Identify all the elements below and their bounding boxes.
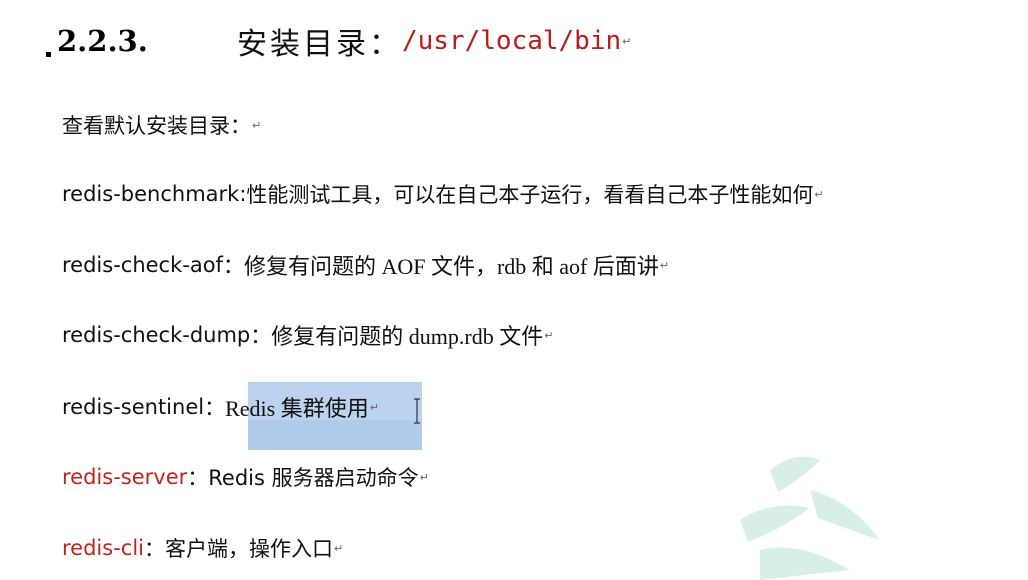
heading-bullet	[46, 51, 51, 57]
list-item: redis-check-aof：修复有问题的 AOF 文件，rdb 和 aof …	[62, 248, 669, 282]
command-description: 性能测试工具，可以在自己本子运行，看看自己本子性能如何	[246, 183, 814, 207]
paragraph-mark: ↵	[544, 328, 554, 342]
paragraph-mark: ↵	[252, 118, 262, 132]
list-item: redis-cli：客户端，操作入口 ↵	[62, 531, 343, 565]
list-item: redis-server： Redis 服务器启动命令 ↵	[62, 460, 429, 494]
paragraph-mark: ↵	[814, 187, 824, 201]
separator: ：	[144, 537, 165, 561]
command-description: 修复有问题的 dump.rdb 文件	[271, 324, 544, 349]
command-description: 客户端，操作入口	[165, 537, 333, 561]
command-name: redis-benchmark	[62, 182, 240, 206]
list-item: redis-check-dump：修复有问题的 dump.rdb 文件 ↵	[62, 318, 553, 352]
command-description: 查看默认安装目录：	[62, 114, 251, 138]
list-item: 查看默认安装目录： ↵	[62, 108, 261, 142]
paragraph-mark: ↵	[622, 34, 632, 48]
command-description: 修复有问题的 AOF 文件，rdb 和 aof 后面讲	[243, 254, 659, 279]
section-heading: 2.2.3. 安装目录： /usr/local/bin ↵	[46, 14, 631, 68]
command-description: Redis 集群使用	[225, 396, 369, 421]
command-description: Redis 服务器启动命令	[208, 466, 419, 490]
separator: ：	[250, 324, 272, 348]
paragraph-mark: ↵	[659, 258, 670, 272]
paragraph-mark: ↵	[334, 541, 344, 555]
separator: ：	[187, 466, 209, 490]
document-page: 2.2.3. 安装目录： /usr/local/bin ↵ 查看默认安装目录： ↵…	[0, 0, 1028, 580]
command-name: redis-check-dump	[62, 323, 251, 347]
separator: ：	[204, 396, 226, 420]
separator: ：	[222, 254, 244, 278]
section-title: 安装目录：	[237, 27, 402, 62]
separator: :	[239, 182, 247, 206]
watermark-logo-icon	[740, 456, 880, 580]
paragraph-mark: ↵	[419, 470, 429, 484]
text-cursor-icon	[414, 398, 420, 424]
list-item: redis-sentinel： Redis 集群使用 ↵	[62, 390, 379, 424]
section-number: 2.2.3.	[57, 24, 148, 58]
list-item: redis-benchmark: 性能测试工具，可以在自己本子运行，看看自己本子性…	[62, 177, 824, 211]
command-name: redis-cli	[62, 536, 144, 560]
command-name: redis-sentinel	[62, 395, 205, 419]
install-path: /usr/local/bin	[402, 26, 622, 56]
command-name: redis-check-aof	[62, 253, 223, 277]
paragraph-mark: ↵	[369, 400, 379, 414]
command-name: redis-server	[62, 465, 188, 489]
